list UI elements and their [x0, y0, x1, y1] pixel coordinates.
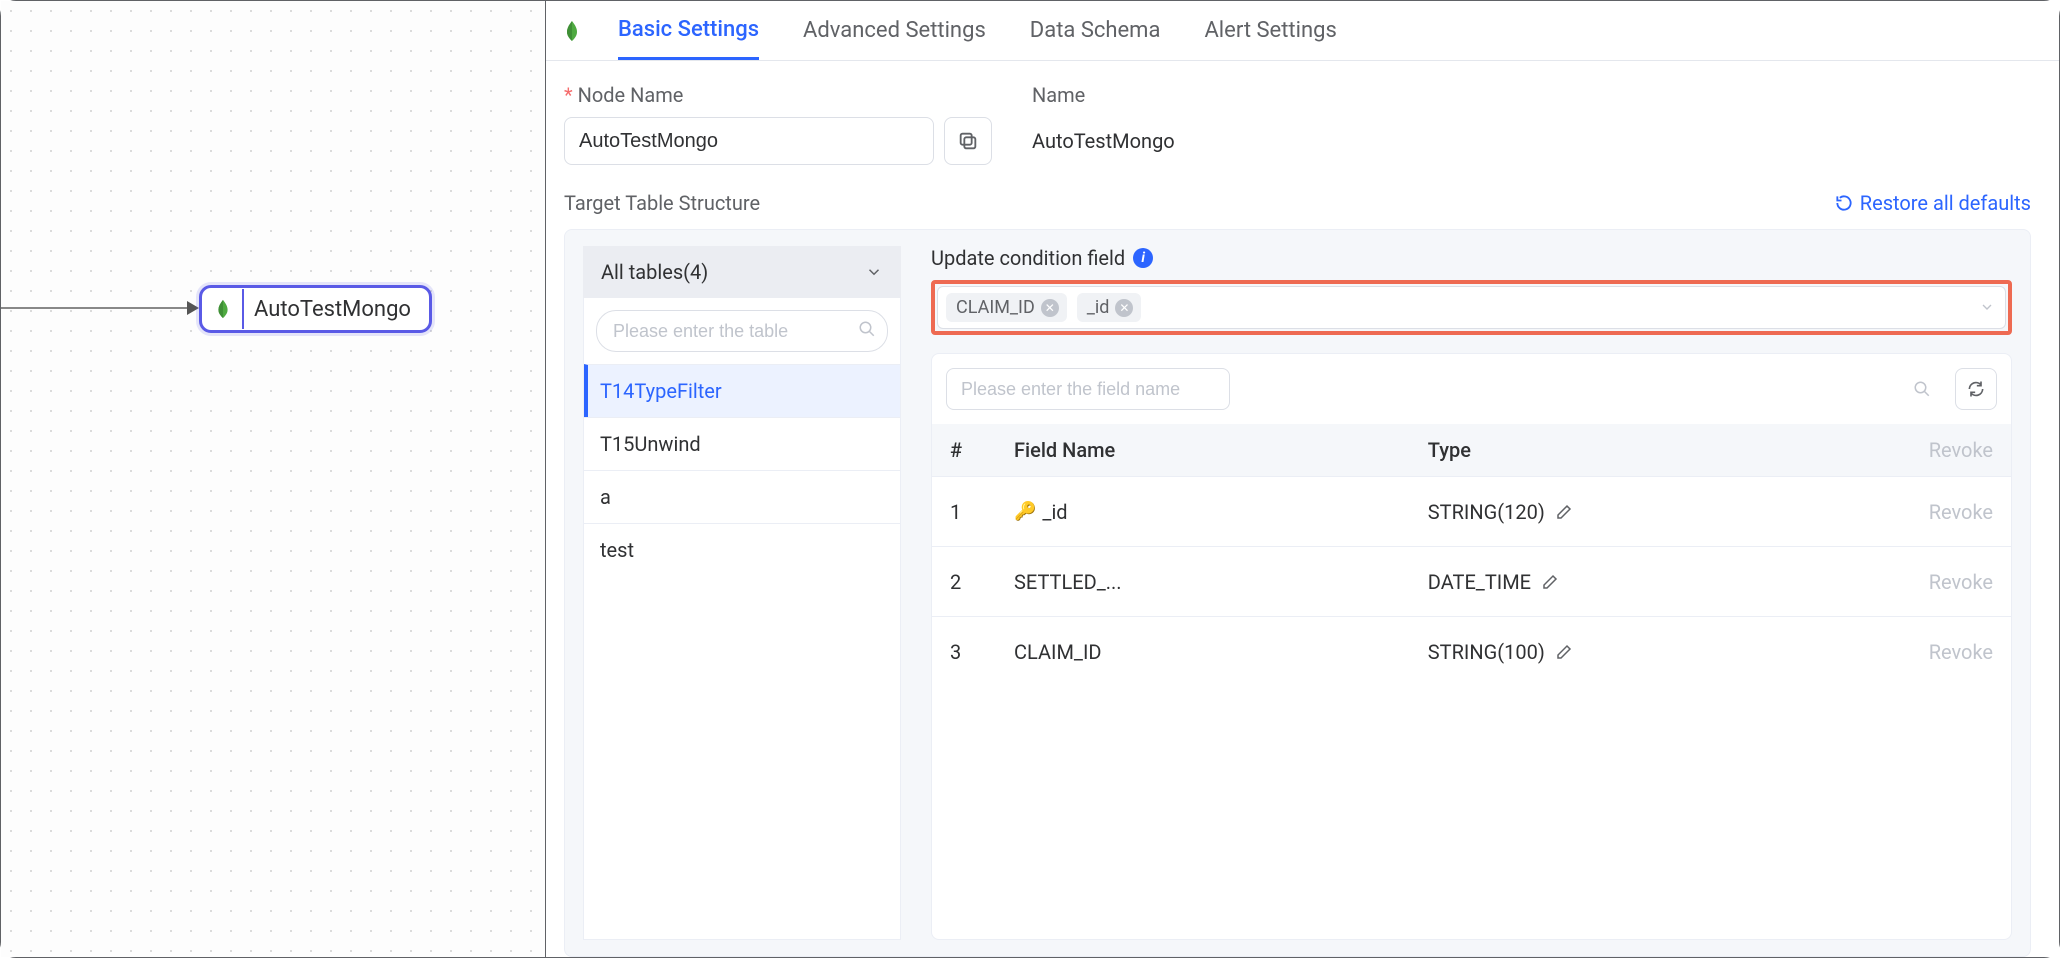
chevron-down-icon [1979, 299, 1995, 315]
field-type: STRING(100) [1428, 640, 1545, 664]
tab-advanced-settings[interactable]: Advanced Settings [803, 1, 986, 60]
field-name-cell: 🔑 _id [1014, 500, 1428, 524]
key-icon: 🔑 [1014, 501, 1036, 522]
tab-alert-settings[interactable]: Alert Settings [1204, 1, 1336, 60]
tables-body: T14TypeFilter T15Unwind a test [583, 298, 901, 940]
table-item-test[interactable]: test [584, 523, 900, 576]
update-condition-select[interactable]: CLAIM_ID ✕ _id ✕ [937, 286, 2006, 329]
edit-icon[interactable] [1541, 573, 1559, 591]
col-type: Type [1428, 438, 1883, 462]
node-name-input[interactable] [564, 117, 934, 165]
tables-header-label: All tables(4) [601, 260, 708, 284]
field-search-input[interactable] [946, 368, 1230, 410]
chip-remove-icon[interactable]: ✕ [1041, 299, 1059, 317]
structure-header: Target Table Structure Restore all defau… [564, 191, 2031, 215]
field-index: 2 [950, 570, 1014, 594]
edge-line [1, 307, 197, 309]
field-type-cell: DATE_TIME [1428, 570, 1883, 594]
restore-icon [1834, 193, 1854, 213]
tabs: Basic Settings Advanced Settings Data Sc… [546, 1, 2059, 61]
mongo-icon [560, 19, 584, 43]
edit-icon[interactable] [1555, 503, 1573, 521]
structure-title: Target Table Structure [564, 191, 760, 215]
name-group: Name AutoTestMongo [1032, 83, 2031, 165]
chip-label: CLAIM_ID [956, 297, 1035, 318]
node-label: AutoTestMongo [254, 297, 411, 322]
tab-basic-settings[interactable]: Basic Settings [618, 1, 759, 60]
settings-panel: Basic Settings Advanced Settings Data Sc… [546, 1, 2059, 957]
field-type-cell: STRING(120) [1428, 500, 1883, 524]
table-item-t14typefilter[interactable]: T14TypeFilter [584, 364, 900, 417]
field-name: CLAIM_ID [1014, 640, 1102, 664]
revoke-link[interactable]: Revoke [1883, 500, 1993, 524]
col-index: # [950, 438, 1014, 462]
tables-column: All tables(4) T14TypeFilter T15Unwind a … [583, 246, 901, 940]
revoke-link[interactable]: Revoke [1883, 640, 1993, 664]
table-item-t15unwind[interactable]: T15Unwind [584, 417, 900, 470]
search-icon [858, 320, 876, 338]
field-row: 2 SETTLED_... DATE_TIME Revoke [932, 546, 2011, 616]
update-condition-highlight: CLAIM_ID ✕ _id ✕ [931, 280, 2012, 335]
field-name-cell: SETTLED_... [1014, 570, 1428, 594]
refresh-icon [1966, 379, 1986, 399]
canvas[interactable]: AutoTestMongo [1, 1, 546, 957]
restore-defaults-link[interactable]: Restore all defaults [1834, 191, 2031, 215]
field-type: STRING(120) [1428, 500, 1545, 524]
fields-box: # Field Name Type Revoke 1 🔑 _id STRING(… [931, 353, 2012, 940]
chip-id: _id ✕ [1077, 293, 1142, 322]
copy-icon [957, 130, 979, 152]
field-name-cell: CLAIM_ID [1014, 640, 1428, 664]
form-row: Node Name Name AutoTestMongo [564, 83, 2031, 165]
field-index: 3 [950, 640, 1014, 664]
revoke-link[interactable]: Revoke [1883, 570, 1993, 594]
col-revoke: Revoke [1883, 438, 1993, 462]
panel-body: Node Name Name AutoTestMongo Target Tabl… [546, 61, 2059, 957]
field-name: _id [1042, 500, 1067, 524]
name-label: Name [1032, 83, 2031, 107]
edge-arrowhead [187, 301, 199, 315]
field-type: DATE_TIME [1428, 570, 1531, 594]
node-name-label: Node Name [564, 83, 992, 107]
copy-button[interactable] [944, 117, 992, 165]
tab-data-schema[interactable]: Data Schema [1030, 1, 1161, 60]
node-autotestmongo[interactable]: AutoTestMongo [199, 285, 432, 333]
chip-remove-icon[interactable]: ✕ [1115, 299, 1133, 317]
restore-defaults-label: Restore all defaults [1860, 191, 2031, 215]
tables-dropdown[interactable]: All tables(4) [583, 246, 901, 298]
field-type-cell: STRING(100) [1428, 640, 1883, 664]
field-name: SETTLED_... [1014, 570, 1122, 594]
structure-area: All tables(4) T14TypeFilter T15Unwind a … [564, 229, 2031, 957]
table-search-input[interactable] [596, 310, 888, 352]
chip-claim-id: CLAIM_ID ✕ [946, 293, 1067, 322]
field-row: 1 🔑 _id STRING(120) Revoke [932, 476, 2011, 546]
col-field-name: Field Name [1014, 438, 1428, 462]
mongo-icon [204, 289, 244, 329]
fields-column: Update condition field i CLAIM_ID ✕ _id … [931, 246, 2012, 940]
update-condition-label: Update condition field [931, 246, 1125, 270]
table-item-a[interactable]: a [584, 470, 900, 523]
fields-header: # Field Name Type Revoke [932, 424, 2011, 476]
field-index: 1 [950, 500, 1014, 524]
chevron-down-icon [865, 263, 883, 281]
update-condition-label-row: Update condition field i [931, 246, 2012, 270]
field-row: 3 CLAIM_ID STRING(100) Revoke [932, 616, 2011, 686]
info-icon[interactable]: i [1133, 248, 1153, 268]
refresh-button[interactable] [1955, 368, 1997, 410]
edit-icon[interactable] [1555, 643, 1573, 661]
chip-label: _id [1087, 297, 1110, 318]
search-icon [1913, 380, 1931, 398]
node-name-group: Node Name [564, 83, 992, 165]
name-value: AutoTestMongo [1032, 117, 2031, 153]
